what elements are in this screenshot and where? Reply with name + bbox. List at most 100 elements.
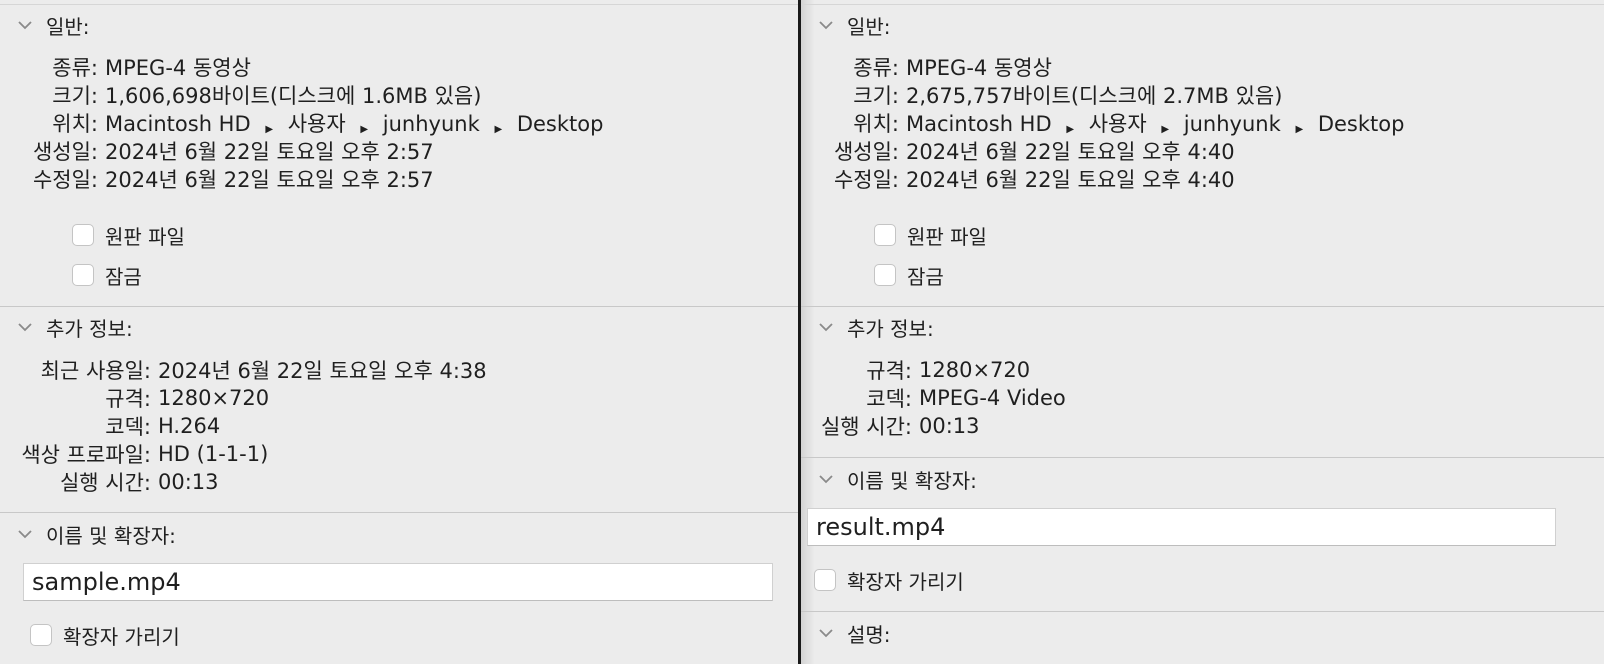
duration-value: 00:13	[919, 414, 980, 438]
section-title: 설명:	[847, 622, 891, 647]
section-title: 이름 및 확장자:	[847, 468, 977, 493]
codecs-row: 코덱: MPEG-4 Video	[801, 384, 1066, 412]
chevron-down-icon	[16, 16, 34, 34]
where-label: 위치:	[52, 112, 98, 136]
path-breadcrumb: Macintosh HD ▶ 사용자 ▶ junhyunk ▶ Desktop	[906, 108, 1404, 138]
path-component[interactable]: Macintosh HD	[105, 112, 251, 136]
modified-value: 2024년 6월 22일 토요일 오후 2:57	[105, 168, 434, 192]
modified-row: 수정일: 2024년 6월 22일 토요일 오후 2:57	[0, 165, 434, 193]
section-title: 일반:	[46, 14, 90, 39]
hide-extension-checkbox[interactable]	[814, 569, 836, 591]
filename-input[interactable]: sample.mp4	[23, 563, 773, 601]
divider	[0, 4, 798, 5]
path-component[interactable]: Desktop	[517, 112, 604, 136]
dimensions-value: 1280×720	[919, 358, 1031, 382]
section-title: 이름 및 확장자:	[46, 523, 176, 548]
duration-label: 실행 시간:	[59, 471, 151, 495]
locked-checkbox-row[interactable]: 잠금	[72, 261, 142, 289]
size-label: 크기:	[52, 84, 98, 108]
size-value: 2,675,757바이트(디스크에 2.7MB 있음)	[906, 84, 1283, 108]
duration-row: 실행 시간: 00:13	[801, 412, 980, 440]
last-opened-value: 2024년 6월 22일 토요일 오후 4:38	[158, 359, 487, 383]
chevron-down-icon	[817, 470, 835, 488]
last-opened-label: 최근 사용일:	[40, 359, 151, 383]
path-component[interactable]: Macintosh HD	[906, 112, 1052, 136]
size-label: 크기:	[853, 84, 899, 108]
section-title: 추가 정보:	[847, 316, 934, 341]
path-component[interactable]: junhyunk	[1184, 112, 1281, 136]
codecs-value: H.264	[158, 414, 221, 438]
triangle-right-icon: ▶	[1295, 124, 1304, 135]
locked-label: 잠금	[105, 264, 142, 289]
stationery-pad-checkbox-row[interactable]: 원판 파일	[874, 221, 987, 249]
more-info-section-toggle[interactable]: 추가 정보:	[16, 314, 133, 341]
path-component[interactable]: 사용자	[288, 112, 346, 136]
triangle-right-icon: ▶	[1066, 124, 1075, 135]
stationery-pad-checkbox[interactable]	[874, 224, 896, 246]
codecs-row: 코덱: H.264	[0, 412, 220, 440]
codecs-value: MPEG-4 Video	[919, 386, 1066, 410]
codecs-label: 코덱:	[105, 415, 151, 439]
divider	[801, 4, 1604, 5]
size-row: 크기: 2,675,757바이트(디스크에 2.7MB 있음)	[801, 81, 1282, 109]
locked-checkbox[interactable]	[874, 264, 896, 286]
kind-row: 종류: MPEG-4 동영상	[801, 53, 1052, 81]
color-profile-row: 색상 프로파일: HD (1-1-1)	[0, 440, 268, 468]
where-label: 위치:	[853, 112, 899, 136]
color-profile-value: HD (1-1-1)	[158, 442, 269, 466]
name-extension-section-toggle[interactable]: 이름 및 확장자:	[817, 466, 977, 493]
chevron-down-icon	[817, 16, 835, 34]
divider	[801, 611, 1604, 612]
where-row: 위치: Macintosh HD ▶ 사용자 ▶ junhyunk ▶ Desk…	[801, 109, 1404, 137]
more-info-section-toggle[interactable]: 추가 정보:	[817, 314, 934, 341]
modified-row: 수정일: 2024년 6월 22일 토요일 오후 4:40	[801, 165, 1235, 193]
kind-row: 종류: MPEG-4 동영상	[0, 53, 251, 81]
kind-label: 종류:	[853, 56, 899, 80]
divider	[0, 512, 798, 513]
stationery-pad-checkbox-row[interactable]: 원판 파일	[72, 221, 185, 249]
dimensions-label: 규격:	[105, 387, 151, 411]
kind-value: MPEG-4 동영상	[105, 56, 251, 80]
triangle-right-icon: ▶	[494, 124, 503, 135]
created-value: 2024년 6월 22일 토요일 오후 2:57	[105, 140, 434, 164]
hide-extension-checkbox[interactable]	[30, 624, 52, 646]
chevron-down-icon	[817, 624, 835, 642]
duration-row: 실행 시간: 00:13	[0, 468, 219, 496]
modified-label: 수정일:	[32, 168, 98, 192]
stationery-pad-label: 원판 파일	[907, 224, 987, 249]
chevron-down-icon	[817, 318, 835, 336]
general-section-toggle[interactable]: 일반:	[16, 12, 90, 39]
stationery-pad-checkbox[interactable]	[72, 224, 94, 246]
modified-label: 수정일:	[833, 168, 899, 192]
divider	[801, 306, 1604, 307]
triangle-right-icon: ▶	[1161, 124, 1170, 135]
section-title: 추가 정보:	[46, 316, 133, 341]
where-row: 위치: Macintosh HD ▶ 사용자 ▶ junhyunk ▶ Desk…	[0, 109, 603, 137]
comments-section-toggle[interactable]: 설명:	[817, 620, 891, 647]
hide-extension-label: 확장자 가리기	[63, 624, 180, 649]
hide-extension-checkbox-row[interactable]: 확장자 가리기	[30, 621, 180, 649]
triangle-right-icon: ▶	[360, 124, 369, 135]
last-opened-row: 최근 사용일: 2024년 6월 22일 토요일 오후 4:38	[0, 356, 487, 384]
general-section-toggle[interactable]: 일반:	[817, 12, 891, 39]
dimensions-label: 규격:	[866, 359, 912, 383]
path-component[interactable]: Desktop	[1318, 112, 1405, 136]
color-profile-label: 색상 프로파일:	[21, 443, 151, 467]
divider	[0, 306, 798, 307]
kind-label: 종류:	[52, 56, 98, 80]
hide-extension-label: 확장자 가리기	[847, 569, 964, 594]
codecs-label: 코덱:	[866, 387, 912, 411]
locked-checkbox[interactable]	[72, 264, 94, 286]
path-component[interactable]: junhyunk	[383, 112, 480, 136]
name-extension-section-toggle[interactable]: 이름 및 확장자:	[16, 521, 176, 548]
path-breadcrumb: Macintosh HD ▶ 사용자 ▶ junhyunk ▶ Desktop	[105, 108, 603, 138]
kind-value: MPEG-4 동영상	[906, 56, 1052, 80]
filename-input[interactable]: result.mp4	[807, 508, 1556, 546]
locked-checkbox-row[interactable]: 잠금	[874, 261, 944, 289]
created-label: 생성일:	[833, 140, 899, 164]
path-component[interactable]: 사용자	[1089, 112, 1147, 136]
hide-extension-checkbox-row[interactable]: 확장자 가리기	[814, 566, 964, 594]
chevron-down-icon	[16, 525, 34, 543]
divider	[801, 457, 1604, 458]
duration-value: 00:13	[158, 470, 219, 494]
